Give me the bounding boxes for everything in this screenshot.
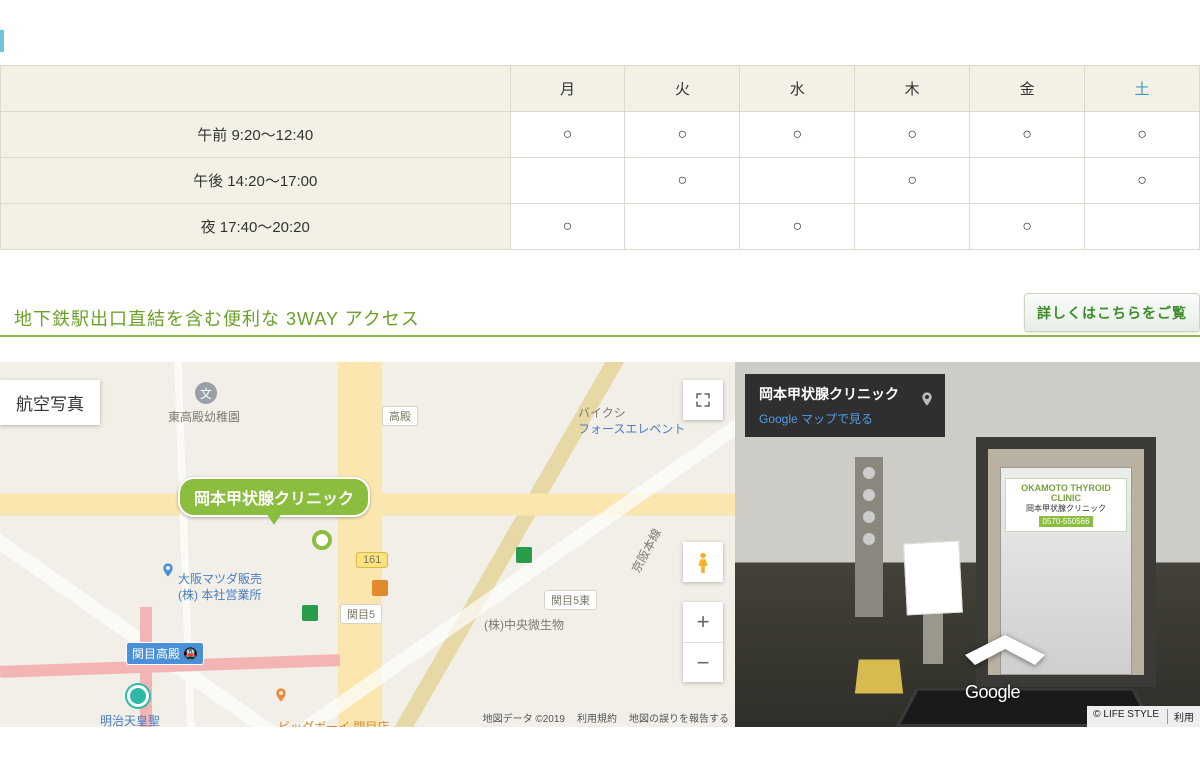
map-attribution: 地図データ ©2019 利用規約 地図の誤りを報告する <box>483 710 729 725</box>
route-label-5e: 関目5東 <box>544 590 597 610</box>
poi-mazda2: (株) 本社営業所 <box>178 586 261 603</box>
shop-pin-icon[interactable] <box>160 562 176 584</box>
pegman-icon <box>692 548 714 576</box>
station-green-icon[interactable] <box>127 685 149 707</box>
poi-bike: バイクシ <box>578 404 626 421</box>
elevator-sign: OKAMOTO THYROID CLINIC 岡本甲状腺クリニック 0570-5… <box>1005 478 1127 532</box>
zoom-control: + − <box>683 602 723 682</box>
row-afternoon-label: 午後 14:20～17:00 <box>1 158 511 204</box>
open-in-maps-link[interactable]: Google マップで見る <box>759 410 931 427</box>
poi-force: フォースエレベント <box>578 420 685 437</box>
aerial-button[interactable]: 航空写真 <box>0 380 100 425</box>
day-fri: 金 <box>970 66 1085 112</box>
schedule-corner <box>1 66 511 112</box>
table-row: 夜 17:40～20:20 ○ ○ ○ <box>1 204 1200 250</box>
tactile-paving <box>855 660 903 694</box>
details-button[interactable]: 詳しくはこちらをご覧 <box>1024 293 1200 332</box>
streetview-title: 岡本甲状腺クリニック <box>759 384 931 404</box>
notice-board <box>903 541 963 616</box>
row-morning-label: 午前 9:20～12:40 <box>1 112 511 158</box>
map-report-link[interactable]: 地図の誤りを報告する <box>629 710 729 725</box>
pin-icon <box>919 388 935 413</box>
map-terms-link[interactable]: 利用規約 <box>577 710 617 725</box>
google-logo: Google <box>965 682 1020 703</box>
poi-bigboy: ビッグボーイ 関目店 <box>278 718 389 727</box>
day-sat: 土 <box>1085 66 1200 112</box>
table-row: 午前 9:20～12:40 ○ ○ ○ ○ ○ ○ <box>1 112 1200 158</box>
map-data-text: 地図データ ©2019 <box>483 710 565 725</box>
day-mon: 月 <box>510 66 625 112</box>
fullscreen-button[interactable] <box>683 380 723 420</box>
access-heading: 地下鉄駅出口直結を含む便利な 3WAY アクセス 詳しくはこちらをご覧 <box>0 305 1200 337</box>
day-thu: 木 <box>855 66 970 112</box>
clinic-marker[interactable]: 岡本甲状腺クリニック <box>178 477 370 517</box>
streetview-nav-arrow[interactable] <box>965 635 1045 665</box>
school-icon: 文 <box>195 382 217 404</box>
fullscreen-icon <box>694 391 712 409</box>
zoom-out-button[interactable]: − <box>683 642 723 682</box>
clinic-marker-dot <box>312 530 332 550</box>
poi-mazda1: 大阪マツダ販売 <box>178 570 262 587</box>
restaurant-pin-icon[interactable] <box>273 687 289 709</box>
table-row: 午後 14:20～17:00 ○ ○ ○ <box>1 158 1200 204</box>
streetview-title-card: 岡本甲状腺クリニック Google マップで見る <box>745 374 945 437</box>
street-view[interactable]: OKAMOTO THYROID CLINIC 岡本甲状腺クリニック 0570-5… <box>735 362 1200 727</box>
zoom-in-button[interactable]: + <box>683 602 723 642</box>
convenience-icon <box>372 580 388 596</box>
route-label-takadono: 高殿 <box>382 406 418 426</box>
convenience-icon <box>302 605 318 621</box>
station-sekime[interactable]: 関目高殿 🚇 <box>126 642 204 665</box>
streetview-credit: © LIFE STYLE 利用 <box>1087 706 1200 727</box>
pegman-button[interactable] <box>683 542 723 582</box>
route-label-5: 関目5 <box>340 604 382 624</box>
section-divider <box>0 0 1200 65</box>
elevator-panel <box>855 457 883 617</box>
access-title: 地下鉄駅出口直結を含む便利な 3WAY アクセス <box>14 305 420 331</box>
day-tue: 火 <box>625 66 740 112</box>
row-night-label: 夜 17:40～20:20 <box>1 204 511 250</box>
day-wed: 水 <box>740 66 855 112</box>
poi-emperor1: 明治天皇聖 <box>100 712 160 727</box>
streetview-terms-link[interactable]: 利用 <box>1167 709 1194 724</box>
route-label-161: 161 <box>356 552 388 568</box>
convenience-icon <box>516 547 532 563</box>
schedule-table: 月 火 水 木 金 土 午前 9:20～12:40 ○ ○ ○ ○ ○ ○ 午後… <box>0 65 1200 250</box>
google-map[interactable]: 文 東高殿幼稚園 バイクシ フォースエレベント 大阪マツダ販売 (株) 本社営業… <box>0 362 735 727</box>
poi-school: 東高殿幼稚園 <box>168 408 240 425</box>
poi-bio: (株)中央微生物 <box>484 616 564 633</box>
